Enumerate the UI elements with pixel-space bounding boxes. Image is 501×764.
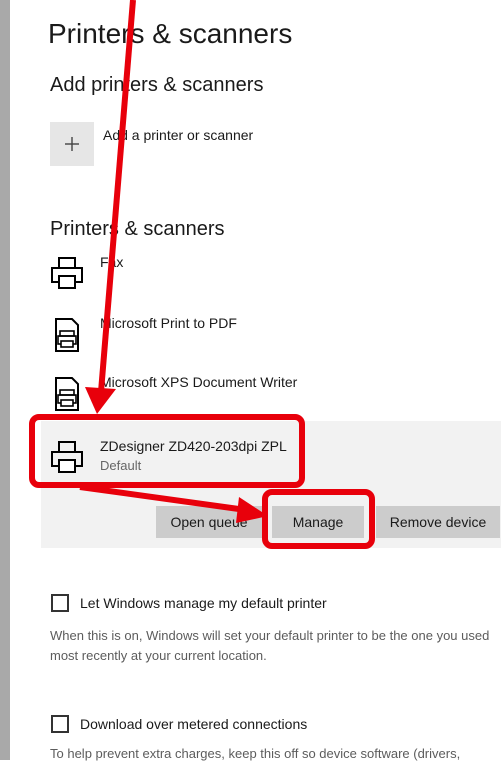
printer-name: Microsoft XPS Document Writer (100, 374, 298, 390)
manage-button[interactable]: Manage (272, 506, 364, 538)
document-printer-icon (55, 377, 79, 411)
manage-default-description: When this is on, Windows will set your d… (50, 628, 490, 663)
plus-icon (65, 137, 79, 151)
add-printer-button[interactable] (50, 122, 94, 166)
metered-description: To help prevent extra charges, keep this… (50, 746, 461, 761)
add-section-heading: Add printers & scanners (50, 74, 264, 96)
printer-name: ZDesigner ZD420-203dpi ZPL (100, 438, 287, 454)
printer-icon (51, 441, 83, 473)
printer-name: Microsoft Print to PDF (100, 315, 237, 331)
document-printer-icon (55, 318, 79, 352)
printers-section-heading: Printers & scanners (50, 218, 225, 240)
printer-item-xps-writer[interactable]: Microsoft XPS Document Writer (48, 372, 501, 422)
remove-device-button[interactable]: Remove device (376, 506, 500, 538)
left-scrollbar-strip (0, 0, 10, 760)
metered-checkbox[interactable] (51, 715, 69, 733)
open-queue-button[interactable]: Open queue (156, 506, 262, 538)
printer-item-print-to-pdf[interactable]: Microsoft Print to PDF (48, 313, 501, 363)
add-printer-label[interactable]: Add a printer or scanner (103, 127, 253, 143)
printer-status: Default (100, 458, 142, 473)
printer-icon (51, 257, 83, 289)
printer-item-zdesigner[interactable]: ZDesigner ZD420-203dpi ZPL Default (48, 436, 501, 486)
manage-default-checkbox[interactable] (51, 594, 69, 612)
printer-name: Fax (100, 254, 124, 270)
metered-label[interactable]: Download over metered connections (80, 716, 307, 732)
manage-default-label[interactable]: Let Windows manage my default printer (80, 595, 327, 611)
printer-item-fax[interactable]: Fax (48, 252, 501, 302)
page-title: Printers & scanners (48, 18, 293, 49)
